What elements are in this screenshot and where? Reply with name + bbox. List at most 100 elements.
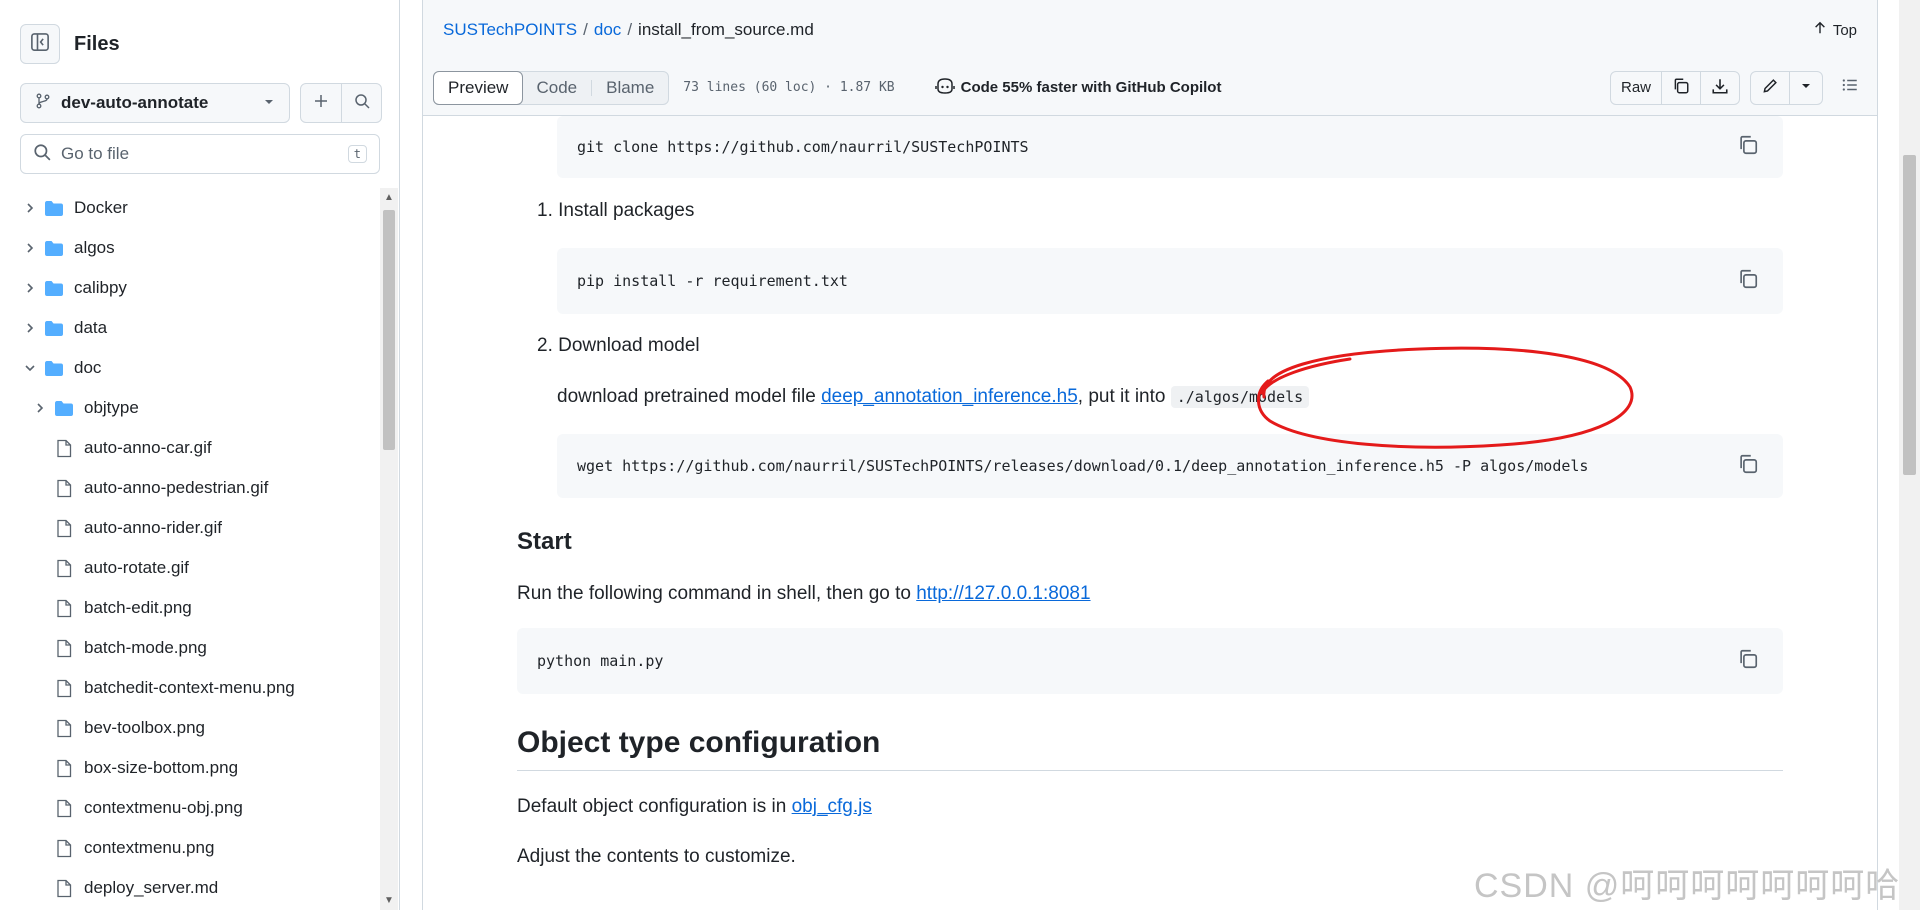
tree-file[interactable]: auto-anno-rider.gif: [0, 508, 380, 548]
go-to-file-input[interactable]: Go to file t: [20, 134, 380, 174]
edit-actions: [1750, 70, 1823, 105]
view-mode-tabs: Preview Code Blame: [433, 70, 670, 105]
breadcrumb-repo-link[interactable]: SUSTechPOINTS: [443, 20, 577, 39]
file-icon: [50, 479, 78, 498]
go-to-file-placeholder: Go to file: [61, 144, 130, 163]
page-scroll-thumb[interactable]: [1903, 155, 1916, 475]
search-files-button[interactable]: [341, 84, 381, 122]
tree-file[interactable]: auto-anno-car.gif: [0, 428, 380, 468]
tree-folder[interactable]: objtype: [0, 388, 380, 428]
file-meta: 73 lines (60 loc) · 1.87 KB: [683, 80, 895, 95]
top-button[interactable]: Top: [1813, 21, 1857, 39]
tree-file[interactable]: batch-mode.png: [0, 628, 380, 668]
tree-file[interactable]: box-size-bottom.png: [0, 748, 380, 788]
tree-file[interactable]: contextmenu-obj.png: [0, 788, 380, 828]
file-icon: [50, 799, 78, 818]
tree-file[interactable]: auto-rotate.gif: [0, 548, 380, 588]
sidebar-scroll-thumb[interactable]: [383, 210, 395, 450]
edit-button[interactable]: [1751, 72, 1789, 104]
code-block-python: python main.py: [517, 628, 1783, 694]
edit-menu-button[interactable]: [1789, 71, 1822, 104]
tree-folder[interactable]: algos: [0, 228, 380, 268]
model-file-link[interactable]: deep_annotation_inference.h5: [821, 386, 1078, 407]
tree-folder[interactable]: data: [0, 308, 380, 348]
chevron-right-icon[interactable]: [20, 321, 40, 335]
inline-code-path: ./algos/models: [1170, 386, 1310, 408]
heading-divider: [517, 770, 1783, 771]
file-header: SUSTechPOINTS / doc / install_from_source.md…: [423, 0, 1877, 60]
collapse-sidebar-button[interactable]: [20, 24, 60, 64]
pencil-icon: [1761, 77, 1779, 99]
copy-raw-button[interactable]: [1661, 71, 1700, 104]
search-icon: [354, 93, 370, 114]
file-toolbar: Preview Code Blame 73 lines (60 loc) · 1…: [423, 60, 1877, 116]
tree-item-label: contextmenu.png: [84, 838, 215, 857]
copy-icon[interactable]: [1737, 453, 1759, 479]
breadcrumb-separator: /: [627, 20, 633, 39]
obj-cfg-link[interactable]: obj_cfg.js: [792, 796, 872, 817]
tree-folder[interactable]: Docker: [0, 188, 380, 228]
folder-icon: [50, 400, 78, 417]
raw-button[interactable]: Raw: [1611, 72, 1661, 104]
chevron-right-icon[interactable]: [20, 281, 40, 295]
file-tree: Docker algos calibpy data doc objtype auto-ann…: [0, 188, 380, 910]
tree-file[interactable]: contextmenu.png: [0, 828, 380, 868]
tree-file[interactable]: auto-anno-pedestrian.gif: [0, 468, 380, 508]
top-button-label: Top: [1832, 21, 1857, 39]
scroll-up-arrow-icon[interactable]: ▲: [384, 192, 394, 203]
search-icon: [33, 143, 51, 166]
copy-icon[interactable]: [1737, 268, 1759, 294]
paragraph-text: Run the following command in shell, then…: [517, 583, 917, 604]
chevron-right-icon[interactable]: [20, 241, 40, 255]
list-item-download: 2. Download model: [537, 335, 700, 356]
tree-item-label: bev-toolbox.png: [84, 718, 205, 737]
tree-folder[interactable]: calibpy: [0, 268, 380, 308]
heading-start: Start: [517, 528, 572, 555]
breadcrumb-dir-link[interactable]: doc: [594, 20, 621, 39]
code-text: wget https://github.com/naurril/SUSTechP…: [577, 457, 1589, 475]
file-icon: [50, 839, 78, 858]
page-scrollbar[interactable]: [1899, 0, 1920, 910]
scroll-down-arrow-icon[interactable]: ▼: [384, 895, 394, 906]
toolbar-actions: Raw: [1609, 70, 1867, 105]
tree-file[interactable]: batchedit-context-menu.png: [0, 668, 380, 708]
tab-blame[interactable]: Blame: [592, 72, 668, 104]
chevron-right-icon[interactable]: [30, 401, 50, 415]
csdn-watermark: CSDN @呵呵呵呵呵呵呵哈: [1474, 867, 1901, 905]
git-branch-icon: [35, 93, 51, 114]
folder-icon: [40, 320, 68, 337]
tree-file[interactable]: bev-toolbox.png: [0, 708, 380, 748]
tree-file[interactable]: deploy_server.md: [0, 868, 380, 908]
chevron-right-icon[interactable]: [20, 201, 40, 215]
tree-folder[interactable]: doc: [0, 348, 380, 388]
localhost-link[interactable]: http://127.0.0.1:8081: [916, 583, 1090, 604]
tree-item-label: batch-edit.png: [84, 598, 192, 617]
tree-item-label: data: [74, 318, 108, 337]
caret-down-icon: [1800, 79, 1812, 96]
branch-selector[interactable]: dev-auto-annotate: [20, 83, 290, 123]
tab-preview[interactable]: Preview: [433, 70, 524, 105]
folder-icon: [40, 240, 68, 257]
download-paragraph: download pretrained model file deep_anno…: [557, 386, 1310, 408]
copy-icon[interactable]: [1737, 648, 1759, 674]
branch-row: dev-auto-annotate: [20, 83, 382, 123]
tree-item-label: objtype: [84, 398, 139, 417]
tree-item-label: auto-anno-car.gif: [84, 438, 212, 457]
tree-item-label: auto-anno-rider.gif: [84, 518, 222, 537]
copy-icon: [1672, 77, 1690, 99]
copy-icon[interactable]: [1737, 134, 1759, 160]
sidebar-title: Files: [74, 32, 120, 55]
copilot-promo[interactable]: Code 55% faster with GitHub Copilot: [934, 77, 1221, 99]
tree-item-label: auto-rotate.gif: [84, 558, 189, 577]
tree-file[interactable]: batch-edit.png: [0, 588, 380, 628]
code-block-wget: wget https://github.com/naurril/SUSTechP…: [557, 434, 1783, 498]
add-file-button[interactable]: [301, 84, 341, 122]
download-button[interactable]: [1700, 71, 1739, 104]
code-text: git clone https://github.com/naurril/SUS…: [577, 138, 1029, 156]
tab-code[interactable]: Code: [522, 72, 591, 104]
chevron-down-icon[interactable]: [20, 361, 40, 375]
paragraph-text: , put it into: [1077, 386, 1171, 407]
outline-button[interactable]: [1833, 71, 1867, 105]
sidebar-scrollbar[interactable]: ▲ ▼: [380, 188, 398, 910]
tree-item-label: Docker: [74, 198, 128, 217]
